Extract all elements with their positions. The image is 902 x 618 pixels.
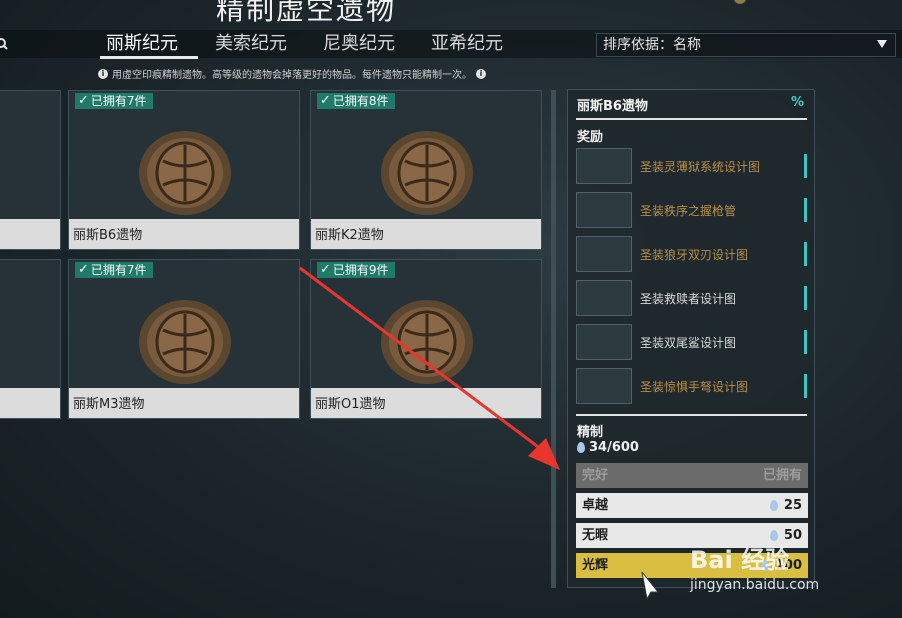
- check-icon: ✓: [78, 262, 89, 277]
- reward-name: 圣装狼牙双刃设计图: [640, 248, 749, 262]
- relic-name: 丽斯B6遗物: [73, 228, 143, 243]
- blueprint-icon: [576, 324, 632, 360]
- void-relic-icon: [381, 131, 473, 215]
- hint-label: 用虚空印痕精制遗物。高等级的遗物会掉落更好的物品。每件遗物只能精制一次。: [112, 70, 472, 81]
- void-relic-icon: [139, 300, 231, 384]
- refine-option-label: 无暇: [582, 528, 609, 543]
- void-relic-icon: [381, 300, 473, 384]
- relic-card-lith-k2[interactable]: ✓ 已拥有8件 丽斯K2遗物: [310, 90, 542, 250]
- percent-toggle[interactable]: %: [791, 95, 804, 110]
- reward-item[interactable]: 圣装救赎者设计图: [576, 280, 807, 317]
- reward-item[interactable]: 圣装灵薄狱系统设计图: [576, 148, 807, 185]
- rewards-label: 奖励: [577, 130, 604, 145]
- void-relic-icon: [139, 131, 231, 215]
- logo-icon: [734, 0, 746, 4]
- relic-card-lith-b6[interactable]: ✓ 已拥有7件 丽斯B6遗物: [68, 90, 300, 250]
- sort-dropdown[interactable]: 排序依据：名称: [596, 33, 896, 57]
- refine-option-value: 已拥有: [762, 468, 802, 483]
- reward-item[interactable]: 圣装惊惧手弩设计图: [576, 368, 807, 405]
- card-name-bar: [0, 219, 60, 249]
- tab-axi[interactable]: 亚希纪元: [431, 32, 503, 56]
- watermark-url: jingyan.baidu.com: [690, 577, 820, 593]
- reward-item[interactable]: 圣装狼牙双刃设计图: [576, 236, 807, 273]
- refine-option-exceptional[interactable]: 卓越 25: [576, 493, 808, 518]
- reward-item[interactable]: 圣装双尾鲨设计图: [576, 324, 807, 361]
- blueprint-icon: [576, 368, 632, 404]
- reward-indicator: [804, 374, 807, 398]
- active-tab-indicator: [100, 56, 198, 59]
- reward-item[interactable]: 圣装秩序之握枪管: [576, 192, 807, 229]
- reward-indicator: [804, 330, 807, 354]
- refine-label: 精制: [577, 425, 604, 440]
- refine-option-label: 完好: [582, 468, 609, 483]
- refine-option-value: 25: [769, 493, 802, 518]
- blueprint-icon: [576, 192, 632, 228]
- tab-lith[interactable]: 丽斯纪元: [106, 32, 178, 56]
- watermark-logo: Bai 经验: [690, 546, 790, 574]
- refine-option-intact[interactable]: 完好 已拥有: [576, 463, 808, 488]
- relic-name: 丽斯O1遗物: [315, 397, 386, 412]
- owned-badge: ✓ 已拥有9件: [317, 262, 395, 278]
- chevron-down-icon: [877, 40, 887, 48]
- owned-badge: ✓ 已拥有7件: [75, 262, 153, 278]
- relic-detail-panel: 丽斯B6遗物 % 奖励 圣装灵薄狱系统设计图 圣装秩序之握枪管 圣装狼牙双刃设计…: [567, 89, 815, 588]
- check-icon: ✓: [78, 93, 89, 108]
- reward-name: 圣装秩序之握枪管: [640, 204, 737, 218]
- traces-value: 34/600: [589, 440, 639, 455]
- relic-name: 丽斯M3遗物: [73, 397, 145, 412]
- refine-option-label: 光辉: [582, 558, 609, 573]
- void-traces-count: 34/600: [577, 440, 639, 455]
- reward-name: 圣装救赎者设计图: [640, 292, 737, 306]
- relic-card-partial[interactable]: [0, 259, 61, 419]
- cursor-icon: [641, 571, 660, 600]
- owned-badge: ✓ 已拥有7件: [75, 93, 153, 109]
- info-icon[interactable]: i: [476, 68, 486, 79]
- search-icon[interactable]: [0, 34, 11, 54]
- relic-card-partial[interactable]: [0, 90, 61, 250]
- relic-name: 丽斯K2遗物: [315, 228, 384, 243]
- void-trace-icon: [769, 500, 778, 511]
- divider: [576, 118, 807, 120]
- relic-card-lith-m3[interactable]: ✓ 已拥有7件 丽斯M3遗物: [68, 259, 300, 419]
- void-trace-icon: [577, 442, 585, 453]
- sort-label: 排序依据：名称: [603, 37, 701, 53]
- tab-neo[interactable]: 尼奥纪元: [323, 32, 395, 56]
- info-icon: i: [98, 68, 108, 79]
- reward-indicator: [804, 286, 807, 310]
- blueprint-icon: [576, 148, 632, 184]
- reward-indicator: [804, 242, 807, 266]
- relic-card-lith-o1[interactable]: ✓ 已拥有9件 丽斯O1遗物: [310, 259, 542, 419]
- reward-indicator: [804, 198, 807, 222]
- reward-indicator: [804, 154, 807, 178]
- blueprint-icon: [576, 280, 632, 316]
- owned-badge: ✓ 已拥有8件: [317, 93, 395, 109]
- tab-meso[interactable]: 美索纪元: [215, 32, 287, 56]
- hint-text: i 用虚空印痕精制遗物。高等级的遗物会掉落更好的物品。每件遗物只能精制一次。 i: [98, 66, 486, 81]
- scrollbar[interactable]: [551, 90, 556, 588]
- reward-name: 圣装双尾鲨设计图: [640, 336, 737, 350]
- divider: [576, 414, 807, 416]
- reward-name: 圣装灵薄狱系统设计图: [640, 160, 761, 174]
- check-icon: ✓: [320, 93, 331, 108]
- page-title: 精制虚空遗物: [216, 0, 397, 26]
- blueprint-icon: [576, 236, 632, 272]
- refine-option-label: 卓越: [582, 498, 609, 513]
- reward-name: 圣装惊惧手弩设计图: [640, 380, 749, 394]
- check-icon: ✓: [320, 262, 331, 277]
- panel-title: 丽斯B6遗物: [577, 99, 648, 114]
- card-name-bar: [0, 388, 60, 418]
